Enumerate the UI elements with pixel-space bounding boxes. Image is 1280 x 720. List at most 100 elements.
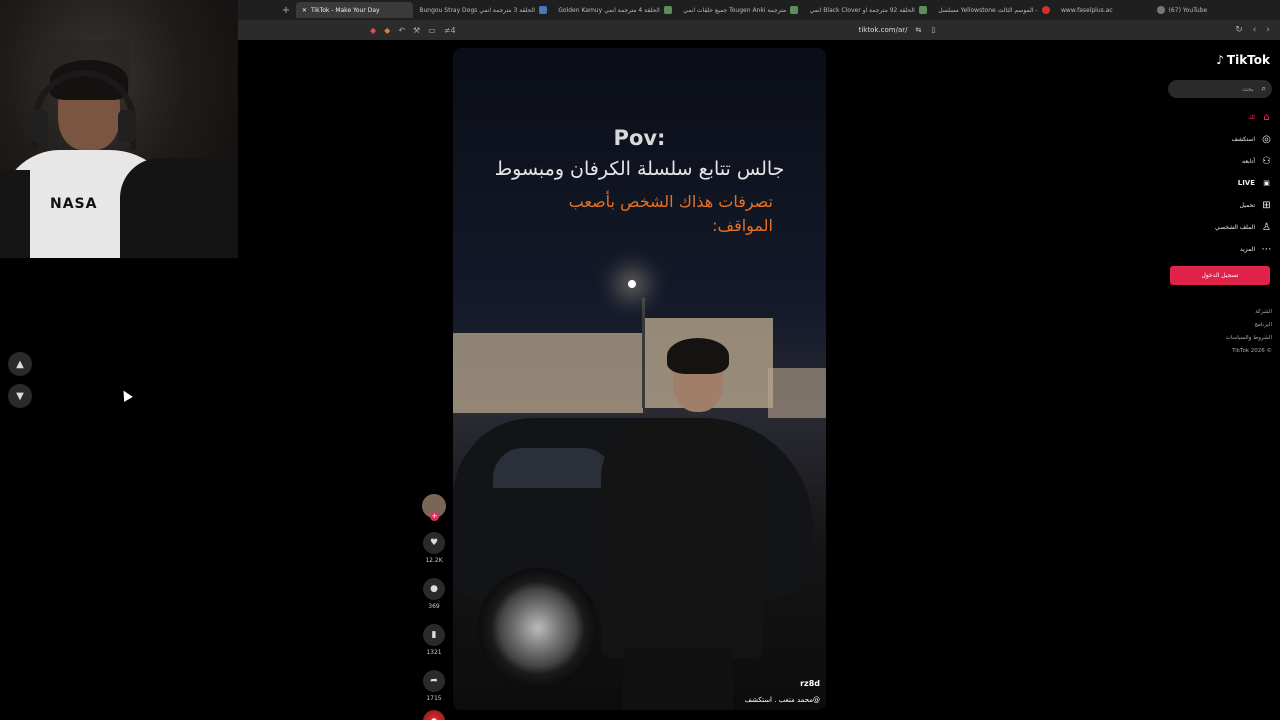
tab-faselplus[interactable]: www.faselplus.ac <box>1055 2 1151 18</box>
bookmark-icon[interactable]: ▯ <box>931 26 935 34</box>
save-button[interactable]: ▮ <box>423 624 445 646</box>
search-icon: ⌕ <box>1261 84 1266 93</box>
site-icon <box>1041 6 1050 14</box>
next-video-button[interactable]: ▼ <box>8 384 32 408</box>
sidebar-item-more[interactable]: المزيد ⋯ <box>1162 238 1272 260</box>
sidebar-item-following[interactable]: أتابعه ⚇ <box>1162 150 1272 172</box>
house <box>453 333 643 413</box>
video-watermark: rz8d <box>800 679 820 688</box>
hoodie-shadow <box>0 170 30 258</box>
sidebar-item-explore[interactable]: استكشف ◎ <box>1162 128 1272 150</box>
extension-icons: ◆ ◆ ↶ ⚒ ▭ ≠4 <box>370 26 456 35</box>
follow-plus-icon[interactable]: + <box>430 512 439 521</box>
person-hair <box>667 338 729 374</box>
site-icon <box>1156 6 1165 14</box>
tab-label: جميع حلقات انمي Tougen Anki مترجمة <box>683 6 787 14</box>
share-count: 1715 <box>426 695 442 702</box>
new-tab-button[interactable]: + <box>276 5 296 16</box>
tab-label: (67) YouTube <box>1168 6 1208 14</box>
comment-button[interactable]: ● <box>423 578 445 600</box>
footer-link-company[interactable]: الشركة <box>1226 306 1272 319</box>
logo-text: TikTok <box>1226 53 1270 67</box>
sidebar-footer: الشركة البرنامج الشروط والسياسات © 2026 … <box>1226 306 1272 358</box>
sidebar-item-label: الملف الشخصي <box>1215 223 1255 231</box>
login-button[interactable]: تسجيل الدخول <box>1170 266 1270 285</box>
headset-ear-right <box>118 110 136 142</box>
upload-icon: ⊞ <box>1262 199 1271 211</box>
action-column: + ♥ 12.2K ● 369 ▮ 1321 ➦ 1715 <box>420 494 448 720</box>
home-icon: ⌂ <box>1263 111 1270 123</box>
tab-golden-kamuy[interactable]: Golden Kamuy الحلقة 4 مترجمة انمي <box>552 2 677 18</box>
site-icon <box>918 6 927 14</box>
video-player[interactable]: Pov: جالس تتابع سلسلة الكرفان ومبسوط تصر… <box>453 48 826 710</box>
person-jacket <box>601 418 763 658</box>
toolbar-extra[interactable]: ≠4 <box>444 26 456 35</box>
nav-controls: ↻ ‹ › <box>1235 25 1270 35</box>
hoodie-logo: NASA <box>50 196 98 212</box>
video-text-line2: تصرفات هذاك الشخص بأصعب المواقف: <box>568 192 773 235</box>
tab-tougen-anki[interactable]: جميع حلقات انمي Tougen Anki مترجمة <box>677 2 803 18</box>
video-caption[interactable]: @محمد متعب . استكشف <box>745 696 820 704</box>
heart-icon: ♥ <box>429 538 439 548</box>
mouse-cursor <box>119 388 133 402</box>
sidebar-item-upload[interactable]: تحميل ⊞ <box>1162 194 1272 216</box>
screen-icon[interactable]: ▭ <box>428 26 436 35</box>
reload-icon[interactable]: ↻ <box>1235 25 1243 35</box>
bookmark-icon: ▮ <box>431 630 437 640</box>
tab-youtube[interactable]: (67) YouTube <box>1151 2 1280 18</box>
footer-link-program[interactable]: البرنامج <box>1226 319 1272 332</box>
comment-icon: ● <box>430 584 438 594</box>
arm <box>120 158 238 258</box>
video-text-line1: جالس تتابع سلسلة الكرفان ومبسوط <box>494 158 785 180</box>
video-text-pov: Pov: <box>613 126 666 150</box>
sidebar-item-label: لك <box>1248 113 1255 121</box>
save-count: 1321 <box>426 649 442 656</box>
sidebar-item-for-you[interactable]: لك ⌂ <box>1162 106 1272 128</box>
footer-link-terms[interactable]: الشروط والسياسات <box>1226 332 1272 345</box>
tab-label: Bungou Stray Dogs الحلقة 3 مترجمة انمي <box>419 6 535 14</box>
search-input[interactable]: بحث ⌕ <box>1168 80 1272 98</box>
share-icon: ➦ <box>430 676 438 686</box>
street-lamp <box>628 280 636 288</box>
site-icon <box>663 6 672 14</box>
sidebar-item-profile[interactable]: الملف الشخصي ♙ <box>1162 216 1272 238</box>
back-history-icon[interactable]: ↶ <box>398 26 405 35</box>
address-bar: ◆ ◆ ↶ ⚒ ▭ ≠4 tiktok.com/ar/ ⇆ ▯ ↻ ‹ › <box>238 20 1280 40</box>
tools-icon[interactable]: ⚒ <box>413 26 420 35</box>
tab-bungou[interactable]: Bungou Stray Dogs الحلقة 3 مترجمة انمي <box>413 2 552 18</box>
close-icon[interactable]: ✕ <box>302 7 307 14</box>
creator-avatar[interactable]: + <box>422 494 446 521</box>
extension-icon[interactable]: ◆ <box>370 26 376 35</box>
extension-icon[interactable]: ◆ <box>384 26 390 35</box>
sidebar-item-label: المزيد <box>1239 245 1255 253</box>
translate-icon[interactable]: ⇆ <box>916 26 922 34</box>
tab-label: www.faselplus.ac <box>1061 6 1113 14</box>
tab-label: TikTok - Make Your Day <box>310 6 380 14</box>
tiktok-logo[interactable]: ♪ TikTok <box>1216 53 1270 67</box>
like-button[interactable]: ♥ <box>423 532 445 554</box>
person-legs <box>623 648 733 710</box>
tab-tiktok[interactable]: ✕ TikTok - Make Your Day <box>295 2 414 18</box>
sidebar-menu: لك ⌂ استكشف ◎ أتابعه ⚇ LIVE ▣ تحميل ⊞ الملف ا… <box>1162 106 1272 260</box>
like-count: 12.2K <box>425 557 443 564</box>
headset-ear-left <box>30 110 48 142</box>
back-icon[interactable]: ‹ <box>1253 25 1257 35</box>
tab-yellowstone[interactable]: مسلسل Yellowstone الموسم الثالث - <box>932 2 1055 18</box>
forward-icon[interactable]: › <box>1266 25 1270 35</box>
music-disc-icon[interactable] <box>423 710 445 720</box>
chevron-up-icon: ▲ <box>16 358 24 370</box>
url-text[interactable]: tiktok.com/ar/ <box>859 26 908 34</box>
tab-black-clover[interactable]: انمي Black Clover الحلقة 92 مترجمة او <box>804 2 933 18</box>
sidebar-item-label: استكشف <box>1231 135 1255 143</box>
sidebar-item-label: أتابعه <box>1242 157 1255 165</box>
site-icon <box>538 6 547 14</box>
live-icon: ▣ <box>1263 179 1270 187</box>
compass-icon: ◎ <box>1262 133 1271 145</box>
car-wheel <box>478 568 598 688</box>
comment-count: 369 <box>428 603 440 610</box>
tiktok-sidebar: ♪ TikTok بحث ⌕ لك ⌂ استكشف ◎ أتابعه ⚇ LIVE ▣… <box>1160 48 1280 368</box>
share-button[interactable]: ➦ <box>423 670 445 692</box>
tab-label: انمي Black Clover الحلقة 92 مترجمة او <box>809 6 915 14</box>
sidebar-item-live[interactable]: LIVE ▣ <box>1162 172 1272 194</box>
previous-video-button[interactable]: ▲ <box>8 352 32 376</box>
